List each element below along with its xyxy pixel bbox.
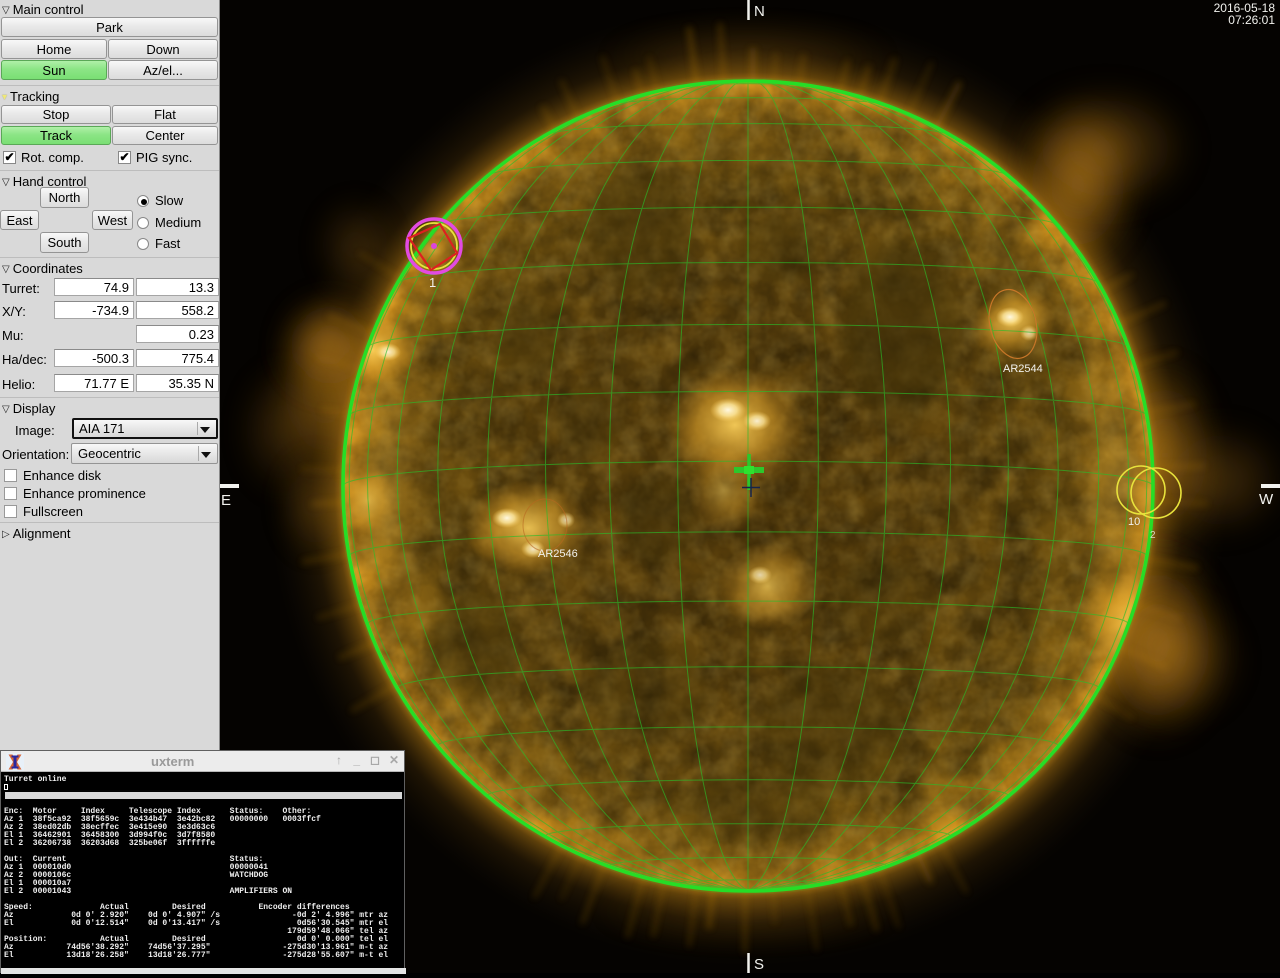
svg-text:1: 1 (429, 275, 436, 290)
svg-text:N: N (754, 3, 765, 20)
svg-text:S: S (754, 956, 764, 973)
svg-text:10: 10 (1128, 516, 1140, 528)
svg-text:AR2544: AR2544 (1003, 363, 1043, 375)
svg-text:2: 2 (1150, 530, 1156, 541)
svg-text:AR2546: AR2546 (538, 548, 578, 560)
svg-text:E: E (221, 492, 231, 509)
svg-text:W: W (1259, 491, 1274, 508)
svg-text:07:26:01: 07:26:01 (1228, 13, 1275, 27)
